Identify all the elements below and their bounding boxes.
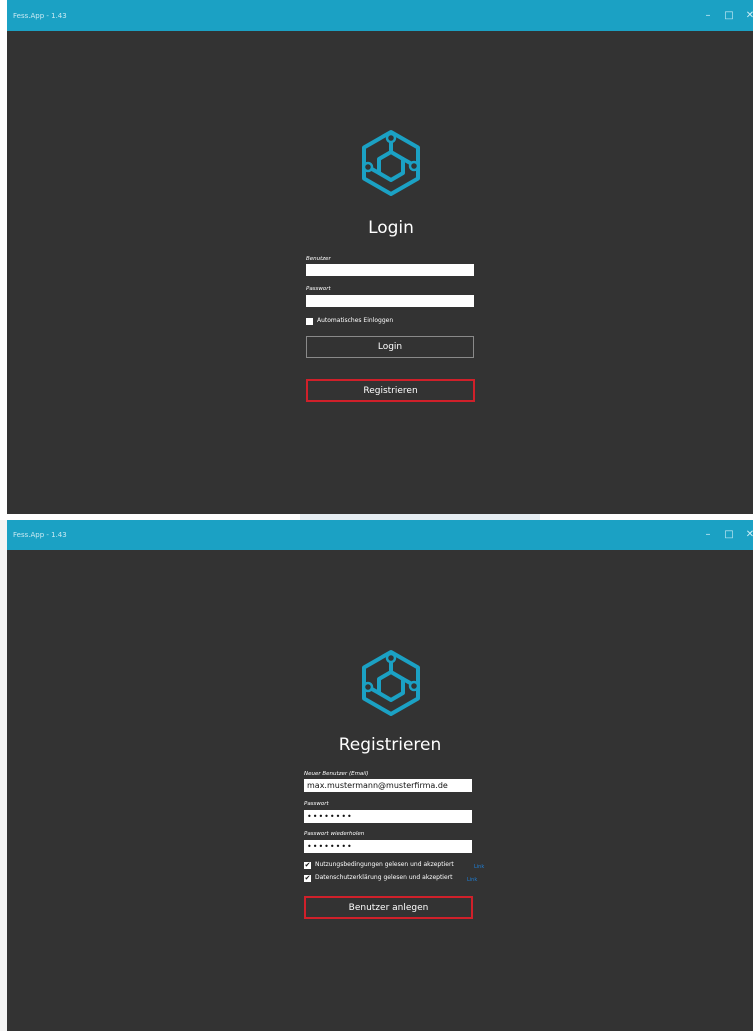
terms-link[interactable]: Link [474,864,484,870]
password-input[interactable] [306,295,474,307]
desktop-edge [0,520,7,1031]
app-logo-icon [362,650,420,716]
login-button[interactable]: Login [306,336,474,358]
window-title: Fess.App - 1.43 [13,11,67,20]
password-repeat-label: Passwort wiederholen [304,831,365,837]
create-user-button[interactable]: Benutzer anlegen [304,896,473,919]
login-window: Fess.App - 1.43 – □ ✕ Login Benutzer Pas… [7,0,753,514]
close-icon[interactable]: ✕ [741,520,753,550]
password-label: Passwort [306,286,331,292]
maximize-icon[interactable]: □ [720,0,738,31]
page-title: Registrieren [338,735,442,755]
app-logo-icon [362,130,420,196]
privacy-label: Datenschutzerklärung gelesen und akzepti… [315,874,453,881]
privacy-checkbox[interactable]: ✔ [304,875,311,882]
terms-label: Nutzungsbedingungen gelesen und akzeptie… [315,861,454,868]
privacy-link[interactable]: Link [467,877,477,883]
page-title: Login [368,218,414,238]
user-label: Benutzer [306,256,331,262]
register-button[interactable]: Registrieren [306,379,475,402]
register-window: Fess.App - 1.43 – □ ✕ Registrieren Neuer… [7,520,753,1031]
password-input[interactable] [304,810,472,823]
window-title: Fess.App - 1.43 [13,531,67,539]
password-label: Passwort [304,801,329,807]
minimize-icon[interactable]: – [699,520,717,550]
email-label: Neuer Benutzer (Email) [304,771,369,777]
title-bar[interactable]: Fess.App - 1.43 – □ ✕ [7,0,753,31]
email-input[interactable] [304,779,472,792]
close-icon[interactable]: ✕ [741,0,753,31]
title-bar[interactable]: Fess.App - 1.43 – □ ✕ [7,520,753,550]
auto-login-label: Automatisches Einloggen [317,317,394,324]
user-input[interactable] [306,264,474,276]
minimize-icon[interactable]: – [699,0,717,31]
password-repeat-input[interactable] [304,840,472,853]
auto-login-checkbox[interactable] [306,318,313,325]
terms-checkbox[interactable]: ✔ [304,862,311,869]
maximize-icon[interactable]: □ [720,520,738,550]
